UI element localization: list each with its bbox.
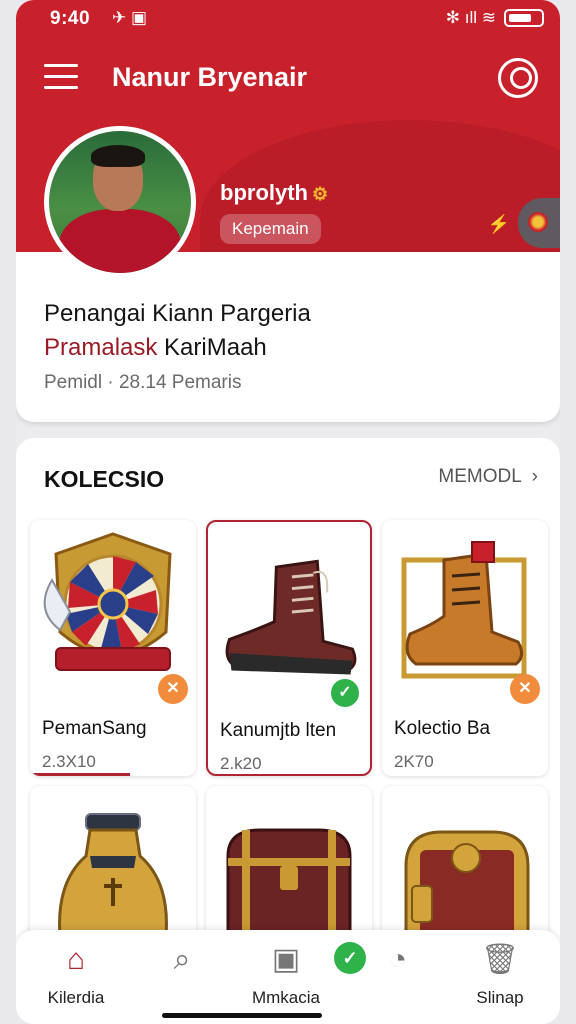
profile-card: Penangai Kiann Pargeria Pramalask KariMa… xyxy=(16,252,560,422)
status-left-icons: ✈ ▣ xyxy=(112,8,148,27)
app-title: Nanur Bryenair xyxy=(112,62,308,92)
item-price: 2K70 xyxy=(394,752,434,771)
home-indicator xyxy=(162,1013,322,1018)
gear-icon: ⚙ xyxy=(312,184,329,204)
golden-boot-icon xyxy=(401,541,527,679)
profile-subline-accent: Pramalask xyxy=(44,334,158,361)
collection-item-boot[interactable]: ✓ Kanumjtb lten 2.k20 xyxy=(206,520,372,776)
account-icon[interactable] xyxy=(498,58,538,98)
collection-more-link[interactable]: MEMODL › xyxy=(438,466,538,488)
trash-icon: 🗑 xyxy=(480,943,520,976)
bell-icon: ◔ xyxy=(388,943,408,976)
collection-item-emblem[interactable]: ✕ PemanSang 2.3X10 xyxy=(30,520,196,776)
phone-screen: 9:40 ✈ ▣ ✻ ıll ≋ Nanur Bryenair bprolyth… xyxy=(16,0,560,1024)
top-bar: Nanur Bryenair xyxy=(16,54,560,104)
emblem-icon xyxy=(43,532,172,671)
nav-notifications[interactable]: ◔ xyxy=(358,940,438,1010)
collection-more-label: MEMODL xyxy=(438,466,522,487)
spark-icon: ⚡ xyxy=(487,214,510,234)
side-action-button[interactable] xyxy=(518,198,560,248)
nav-search[interactable]: ⌕ xyxy=(142,940,222,1010)
nav-trash[interactable]: 🗑 Slinap xyxy=(460,940,540,1010)
nav-scan[interactable]: ▣ Mmkacia xyxy=(246,940,326,1010)
collection-item-golden-boot[interactable]: ✕ Kolectio Ba 2K70 xyxy=(382,520,548,776)
profile-meta: Pemidl · 28.14 Pemaris xyxy=(44,372,242,393)
status-time: 9:40 xyxy=(50,8,91,29)
nav-label: Mmkacia xyxy=(251,988,320,1007)
search-icon: ⌕ xyxy=(173,943,191,976)
nav-label: Slinap xyxy=(476,988,524,1007)
tools-icon: ✕ xyxy=(510,674,540,704)
user-name: bprolyth xyxy=(220,180,308,205)
home-icon: ⌂ xyxy=(66,943,86,976)
check-icon: ✓ xyxy=(328,676,362,710)
chevron-right-icon: › xyxy=(526,466,538,487)
bottom-nav: ⌂ Kilerdia ⌕ ▣ Mmkacia ✓ ◔ 🗑 Slinap xyxy=(16,930,560,1024)
profile-headline: Penangai Kiann Pargeria xyxy=(44,300,311,327)
status-right-icons: ✻ ıll ≋ xyxy=(446,8,544,28)
item-name: PemanSang xyxy=(42,718,147,739)
item-name: Kanumjtb lten xyxy=(220,720,337,741)
item-price: 2.k20 xyxy=(220,754,262,773)
avatar[interactable] xyxy=(44,126,196,278)
nav-label: Kilerdia xyxy=(47,988,105,1007)
collection-title: KOLECSIO xyxy=(44,466,165,492)
profile-subline-rest: KariMaah xyxy=(157,334,267,361)
role-badge: Kepemain xyxy=(220,214,321,244)
nav-home[interactable]: ⌂ Kilerdia xyxy=(36,940,116,1010)
item-name: Kolectio Ba xyxy=(394,718,491,739)
boot-icon xyxy=(225,559,357,675)
item-price: 2.3X10 xyxy=(42,752,96,771)
battery-icon xyxy=(504,9,544,27)
user-name-row: bprolyth ⚙ xyxy=(220,180,328,206)
profile-subline: Pramalask KariMaah xyxy=(44,334,267,362)
status-bar: 9:40 ✈ ▣ ✻ ıll ≋ xyxy=(16,6,560,32)
tools-icon: ✕ xyxy=(158,674,188,704)
scan-icon: ▣ xyxy=(271,943,301,976)
signal-icons: ✻ ıll ≋ xyxy=(445,8,496,27)
menu-icon[interactable] xyxy=(44,64,78,90)
